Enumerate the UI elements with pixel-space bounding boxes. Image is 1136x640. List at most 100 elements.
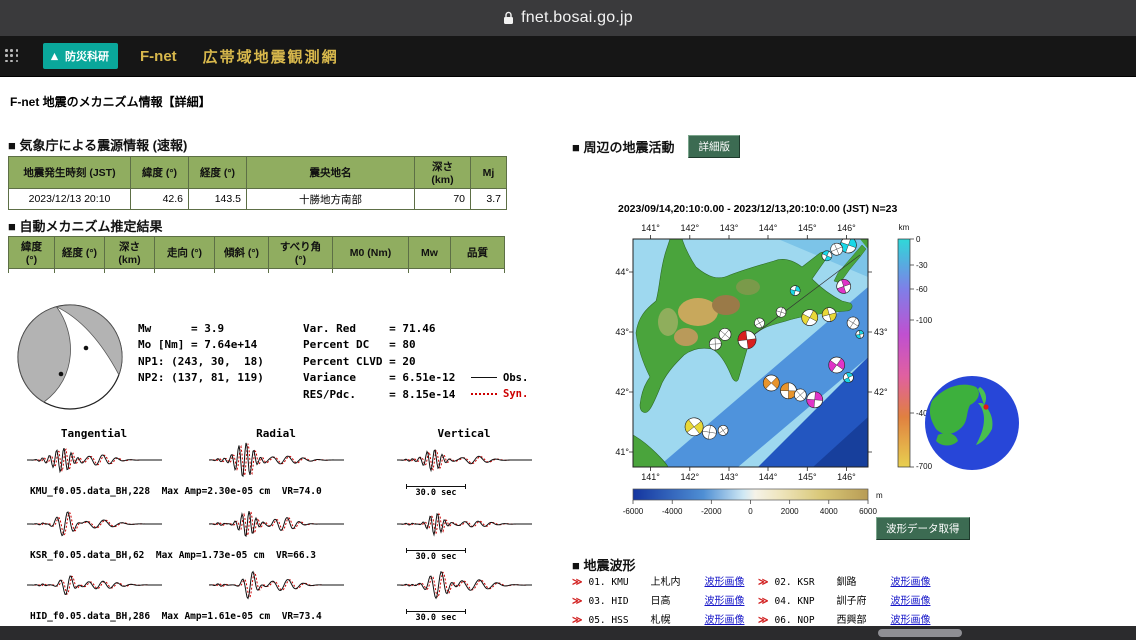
lock-icon <box>504 11 514 24</box>
waveform-column-tangential: Tangential <box>60 427 128 440</box>
jma-heading: ■ 気象庁による震源情報 (速報) <box>8 138 188 153</box>
seis-heading: ■ 地震波形 <box>572 558 636 573</box>
jma-col-region: 震央地名 <box>246 156 415 189</box>
station-row-nop: ≫ 06. NOP 西興部 波形画像 <box>758 611 968 626</box>
mech-col-lon: 経度 (°) <box>54 236 105 269</box>
mech-col-m0: M0 (Nm) <box>332 236 409 269</box>
depth-tick-label: -100 <box>916 316 933 325</box>
marker-icon: ≫ <box>758 596 769 607</box>
lat-label: 44° <box>615 267 629 277</box>
mech-strike: 243 ; 137 <box>154 268 215 273</box>
waveform-column-radial: Radial <box>256 427 296 440</box>
waveform-label-ksr: KSR_f0.05.data_BH,62 Max Amp=1.73e-05 cm… <box>8 548 560 562</box>
elev-tick-label: 2000 <box>781 507 799 516</box>
lon-label: 144° <box>759 472 778 482</box>
nied-logo[interactable]: 防災科研 <box>43 43 118 69</box>
waveform-image-link[interactable]: 波形画像 <box>704 592 744 607</box>
waveform-label-kmu: KMU_f0.05.data_BH,228 Max Amp=2.30e-05 c… <box>8 484 560 498</box>
param-np2: NP2: (137, 81, 119) <box>138 371 264 385</box>
waveform-plot-kmu-tangential <box>26 447 162 474</box>
nied-logo-mark <box>50 52 59 60</box>
mech-rake: 18 ; 119 <box>268 268 333 273</box>
site-title[interactable]: 広帯域地震観測網 <box>203 46 339 67</box>
waveform-image-link[interactable]: 波形画像 <box>704 611 744 626</box>
param-clvd: Percent CLVD = 20 <box>303 354 416 368</box>
lon-label: 145° <box>798 472 817 482</box>
jma-col-lon: 経度 (°) <box>188 156 247 189</box>
param-varred: Var. Red = 71.46 <box>303 321 436 335</box>
waveform-plot-kmu-vertical <box>396 449 532 473</box>
jma-data-row: 2023/12/13 20:10 42.6 143.5 十勝地方南部 70 3.… <box>8 188 507 210</box>
lon-label: 143° <box>720 472 739 482</box>
jma-depth: 70 <box>414 188 471 210</box>
lon-label: 144° <box>759 223 778 233</box>
jma-col-depth: 深さ (km) <box>414 156 471 189</box>
mountain-patch <box>678 298 718 326</box>
jma-region: 十勝地方南部 <box>246 188 415 210</box>
detail-version-button[interactable]: 詳細版 <box>688 135 740 158</box>
elevation-colorbar <box>632 488 869 501</box>
mountain-patch <box>674 328 698 346</box>
elev-tick-label: 4000 <box>820 507 838 516</box>
waveform-image-link[interactable]: 波形画像 <box>704 573 744 588</box>
focal-mechanism-beachball <box>17 304 123 410</box>
legend-syn: Syn. <box>471 388 528 400</box>
waveform-plot-kmu-radial <box>208 442 344 478</box>
page-content: F-net 地震のメカニズム情報【詳細】 ■ 気象庁による震源情報 (速報) 地… <box>0 77 1136 626</box>
lat-ticks-right <box>868 271 872 453</box>
apps-grid-icon[interactable] <box>5 49 19 63</box>
jma-table: 地震発生時刻 (JST) 緯度 (°) 経度 (°) 震央地名 深さ (km) … <box>8 156 507 210</box>
param-dc: Percent DC = 80 <box>303 338 416 352</box>
station-row-hid: ≫ 03. HID 日高 波形画像 <box>572 592 758 607</box>
station-list: ≫ 01. KMU 上札内 波形画像 ≫ 02. KSR 釧路 波形画像 ≫ 0… <box>572 573 968 626</box>
legend-obs: Obs. <box>471 372 528 384</box>
lat-label-right: 42° <box>874 387 888 397</box>
station-name: 日高 <box>650 596 671 607</box>
scrollbar-thumb[interactable] <box>878 629 962 637</box>
epicenter-dot <box>983 404 989 410</box>
elev-tick-label: -2000 <box>701 507 722 516</box>
station-row-hss: ≫ 05. HSS 札幌 波形画像 <box>572 611 758 626</box>
waveform-image-link[interactable]: 波形画像 <box>890 592 930 607</box>
time-scale-bar: 30.0 sec <box>406 609 466 623</box>
brand-fnet[interactable]: F-net <box>140 48 177 65</box>
url-text: fnet.bosai.go.jp <box>521 9 633 26</box>
mech-col-rake: すべり角 (°) <box>268 236 333 269</box>
download-waveform-button[interactable]: 波形データ取得 <box>876 517 970 540</box>
mech-m0: 7.64e+14 <box>332 268 409 273</box>
param-variance: Variance = 6.51e-12 <box>303 371 456 385</box>
site-header: 防災科研 F-net 広帯域地震観測網 <box>0 36 1136 77</box>
station-name: 訓子府 <box>836 596 867 607</box>
map-interior <box>633 239 868 467</box>
lat-label: 41° <box>615 447 629 457</box>
p-axis-dot <box>58 371 64 377</box>
mech-col-depth: 深さ (km) <box>104 236 155 269</box>
bottom-bar <box>0 626 1136 640</box>
elevation-ticks <box>632 500 869 504</box>
browser-address-bar[interactable]: fnet.bosai.go.jp <box>0 0 1136 36</box>
lat-label-right: 43° <box>874 327 888 337</box>
nied-logo-text: 防災科研 <box>65 51 109 63</box>
waveform-image-link[interactable]: 波形画像 <box>890 611 930 626</box>
lon-label: 146° <box>837 223 856 233</box>
station-row-kmu: ≫ 01. KMU 上札内 波形画像 <box>572 573 758 588</box>
marker-icon: ≫ <box>572 577 583 588</box>
depth-unit-label: km <box>899 223 910 232</box>
lat-label: 43° <box>615 327 629 337</box>
mech-col-dip: 傾斜 (°) <box>214 236 269 269</box>
marker-icon: ≫ <box>758 577 769 588</box>
mech-heading: ■ 自動メカニズム推定結果 <box>8 219 163 234</box>
depth-tick-label: -30 <box>916 261 928 270</box>
mech-lat: 42.6 <box>8 268 55 273</box>
waveform-comparison: Tangential Radial Vertical KMU_f0.05.dat… <box>8 427 560 623</box>
lon-ticks-top <box>650 235 847 239</box>
station-row-knp: ≫ 04. KNP 訓子府 波形画像 <box>758 592 968 607</box>
activity-heading: ■ 周辺の地震活動 <box>572 140 675 155</box>
t-axis-dot <box>83 345 89 351</box>
waveform-image-link[interactable]: 波形画像 <box>890 573 930 588</box>
lon-ticks-bottom <box>650 467 847 471</box>
jma-col-lat: 緯度 (°) <box>130 156 189 189</box>
jma-time: 2023/12/13 20:10 <box>8 188 131 210</box>
lat-label: 42° <box>615 387 629 397</box>
jma-mj: 3.7 <box>470 188 507 210</box>
